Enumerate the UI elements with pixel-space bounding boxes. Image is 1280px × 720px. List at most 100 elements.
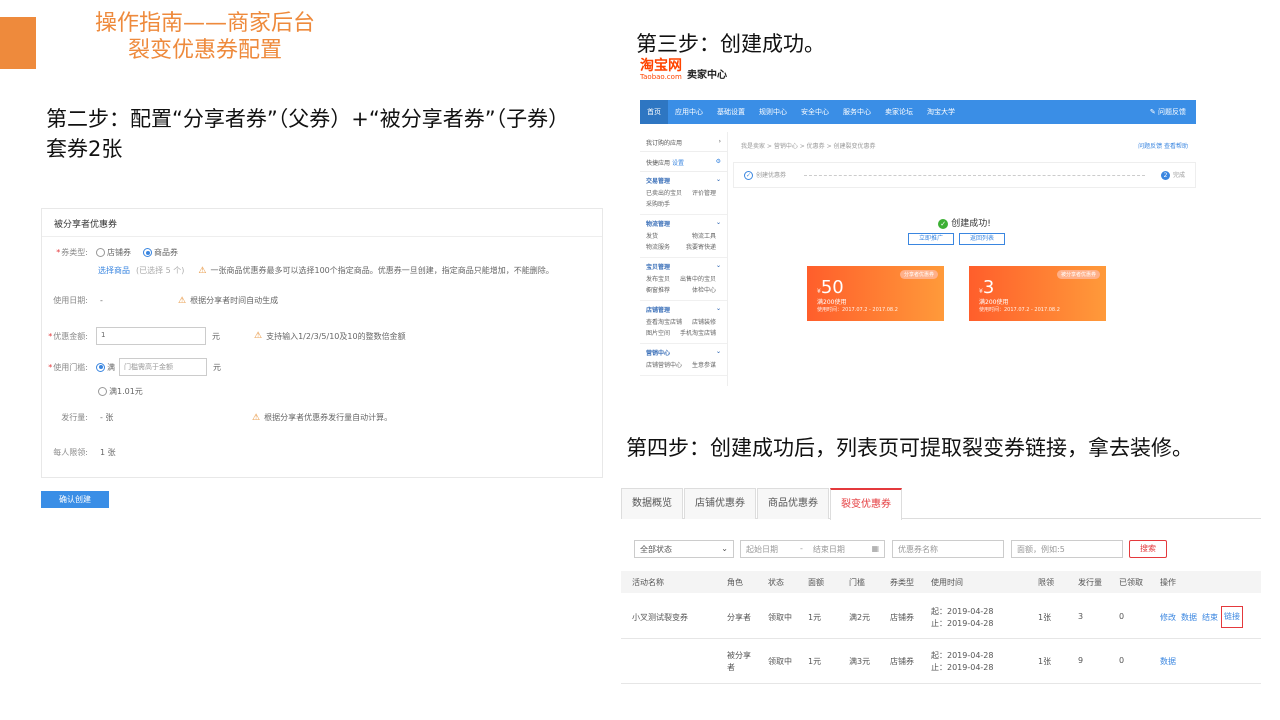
sidebar-link[interactable]: 发布宝贝 [646,274,670,283]
nav-item-rules[interactable]: 规则中心 [752,100,794,124]
sidebar-link[interactable]: 物流工具 [692,231,716,240]
cell-start: 起：2019-04-28 [931,651,994,660]
status-select[interactable]: 全部状态 ⌄ [634,540,734,558]
select-value: 全部状态 [640,545,672,554]
tab-shop-coupons[interactable]: 店铺优惠券 [684,488,756,519]
chevron-down-icon[interactable]: ⌄ [716,348,721,357]
check-icon: ✓ [744,171,753,180]
nav-item-apps[interactable]: 应用中心 [668,100,710,124]
search-button[interactable]: 搜索 [1129,540,1167,558]
select-goods-link[interactable]: 选择商品 [98,265,130,276]
nav-item-university[interactable]: 淘宝大学 [920,100,962,124]
sidebar-link[interactable]: 已卖出的宝贝 [646,188,682,197]
cell-role: 分享者 [727,613,751,622]
radio-goods-coupon[interactable]: 商品券 [143,247,178,258]
copy-link-button[interactable]: 链接 [1221,606,1243,628]
date-range-input[interactable]: 起始日期 - 结束日期 ▦ [740,540,885,558]
data-link[interactable]: 数据 [1160,656,1176,667]
cell-face: 1元 [808,613,822,622]
sidebar-quick-apps[interactable]: 快捷应用 设置 ⚙ [640,152,727,172]
sidebar-link[interactable]: 发货 [646,231,658,240]
radio-threshold-min[interactable]: 满1.01元 [98,386,143,397]
col-issued: 发行量 [1078,578,1102,587]
nav-item-home[interactable]: 首页 [640,100,668,124]
nav-item-service[interactable]: 服务中心 [836,100,878,124]
warning-icon: ⚠ [254,331,263,341]
taobao-logo[interactable]: 淘宝网 Taobao.com 卖家中心 [640,59,727,81]
col-face: 面额 [808,578,824,587]
sidebar-link[interactable]: 查看淘宝店铺 [646,317,682,326]
sidebar-setting-link[interactable]: 设置 [672,160,684,167]
chevron-down-icon[interactable]: ⌄ [716,219,721,228]
warning-icon: ⚠ [252,412,261,423]
coupon-name-input[interactable]: 优惠券名称 [892,540,1004,558]
row-divider [621,683,1261,684]
chevron-down-icon[interactable]: ⌄ [716,262,721,271]
group-title[interactable]: 交易管理 [646,176,670,185]
sharer-coupon-card: 分享者优惠券 ¥50 满200使用 使用时间：2017.07.2 - 2017.… [807,266,944,321]
date-value: - [100,296,103,305]
help-links[interactable]: 问题反馈 查看帮助 [1138,141,1188,150]
radio-threshold-custom[interactable]: 满 [96,362,115,373]
gear-icon[interactable]: ⚙ [716,158,721,165]
coupon-type-row: *券类型: 店铺券 商品券 [42,247,178,258]
sidebar-link[interactable]: 我要寄快递 [686,242,716,251]
col-status: 状态 [768,578,784,587]
edit-icon: ✎ [1149,108,1158,116]
sidebar-link[interactable]: 体检中心 [692,285,716,294]
sidebar-my-apps[interactable]: 我订购的应用 › [640,132,727,152]
sidebar-link[interactable]: 图片空间 [646,328,670,337]
issue-label: 发行量: [61,413,88,422]
nav-item-settings[interactable]: 基础设置 [710,100,752,124]
chevron-down-icon[interactable]: ⌄ [716,305,721,314]
amount-input[interactable]: 1 [96,327,206,345]
sidebar-link[interactable]: 评价管理 [692,188,716,197]
cell-received: 0 [1119,612,1125,621]
step-done: 2 完成 [1160,170,1185,180]
group-title[interactable]: 宝贝管理 [646,262,670,271]
sidebar-link[interactable]: 店铺装修 [692,317,716,326]
date-tip: 根据分享者时间自动生成 [190,296,279,305]
cell-type: 店铺券 [890,657,914,666]
sidebar-link[interactable]: 手机淘宝店铺 [680,328,716,337]
radio-circle [96,248,105,257]
group-title[interactable]: 店铺管理 [646,305,670,314]
nav-item-security[interactable]: 安全中心 [794,100,836,124]
step-divider [804,175,1145,176]
sidebar-link[interactable]: 出售中的宝贝 [680,274,716,283]
sidebar-link[interactable]: 物流服务 [646,242,670,251]
sidebar-link[interactable]: 生意参谋 [692,360,716,369]
nav-item-forum[interactable]: 卖家论坛 [878,100,920,124]
sidebar-link[interactable]: 店铺营销中心 [646,360,682,369]
cell-type: 店铺券 [890,613,914,622]
chevron-down-icon[interactable]: ⌄ [716,176,721,185]
confirm-create-button[interactable]: 确认创建 [41,491,109,508]
brand-domain: Taobao.com [640,73,682,81]
coupon-condition: 满200使用 [979,299,1009,306]
end-link[interactable]: 结束 [1202,612,1218,623]
sidebar-link[interactable]: 橱窗推荐 [646,285,670,294]
group-title[interactable]: 营销中心 [646,348,670,357]
radio-circle [96,362,105,372]
edit-link[interactable]: 修改 [1160,612,1176,623]
threshold-input[interactable]: 门槛需高于金额 [119,358,207,376]
back-to-list-button[interactable]: 返回列表 [959,233,1005,245]
tab-overview[interactable]: 数据概览 [621,488,683,519]
data-link[interactable]: 数据 [1181,612,1197,623]
cell-role: 被分享者 [727,651,751,672]
face-value-input[interactable]: 面额，例如:5 [1011,540,1123,558]
issue-tip: 根据分享者优惠券发行量自动计算。 [264,413,393,422]
tab-fission-coupons[interactable]: 裂变优惠券 [830,488,902,520]
amount-row: *优惠金额: 1 元 ⚠ 支持输入1/2/3/5/10及10的整数倍金额 [42,327,406,345]
radio-shop-coupon[interactable]: 店铺券 [96,247,131,258]
nav-feedback[interactable]: ✎ 问题反馈 [1150,107,1196,117]
coupon-date: 使用时间：2017.07.2 - 2017.08.2 [979,307,1060,313]
success-message: ✓ 创建成功! [733,216,1196,229]
tab-goods-coupons[interactable]: 商品优惠券 [757,488,829,519]
sidebar-link[interactable]: 采购助手 [646,199,670,208]
col-received: 已领取 [1119,578,1143,587]
sidebar-group-goods: 宝贝管理 ⌄ 发布宝贝 出售中的宝贝 橱窗推荐 体检中心 [640,258,727,301]
promote-button[interactable]: 立即推广 [908,233,954,245]
radio-circle [98,387,107,396]
group-title[interactable]: 物流管理 [646,219,670,228]
